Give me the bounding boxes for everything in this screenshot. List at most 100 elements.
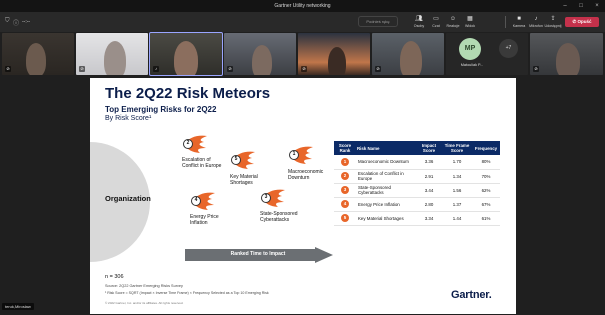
table-header-row: Score Rank Risk Name Impact Score Time F… <box>334 141 500 155</box>
gartner-logo: Gartner. <box>451 289 492 301</box>
mic-off-icon: ⊘ <box>533 66 539 72</box>
impact-score: 3.44 <box>416 183 442 198</box>
more-participants-button[interactable]: +7 <box>499 39 518 58</box>
view-label: Widok <box>465 24 475 28</box>
shield-icon[interactable]: ⛉ <box>5 18 10 25</box>
meteor-label: Macroeconomic Downturn <box>288 169 324 181</box>
table-row: 5 Key Material Shortages 3.34 1.44 61% <box>334 211 500 226</box>
meteor-3: 3 <box>260 188 286 213</box>
participant-video <box>328 47 346 75</box>
meteor-rank: 5 <box>231 155 241 165</box>
teams-meeting-window: Gartner Utility networking – □ × ⛉ ⓘ --:… <box>0 0 605 315</box>
share-button[interactable]: ⇪ Udostępnij <box>544 15 562 31</box>
meteor-2: 2 <box>182 134 208 159</box>
meteor-label: State-Sponsored Cyberattacks <box>260 211 298 223</box>
participant-tile[interactable]: ⊘ <box>530 33 603 75</box>
share-label: Udostępnij <box>544 24 562 28</box>
participant-tile[interactable]: ⊘ <box>372 33 444 75</box>
reactions-button[interactable]: ☺ Reakcje <box>444 15 462 31</box>
time-frame-score: 1.34 <box>442 169 472 184</box>
mic-button[interactable]: ♪ Mikrofon <box>527 15 545 31</box>
view-button[interactable]: ▦ Widok <box>461 15 479 31</box>
meteor-rank: 2 <box>183 139 193 149</box>
mic-off-icon: ⊘ <box>5 66 11 72</box>
participant-tile[interactable]: ⊘ <box>2 33 74 75</box>
leave-button[interactable]: ✆ Opuść <box>565 17 599 27</box>
meteor-4: 4 <box>190 191 216 216</box>
impact-score: 3.36 <box>416 155 442 170</box>
people-button[interactable]: 👥︎ Osoby <box>410 15 428 31</box>
mic-off-icon: ⊘ <box>375 66 381 72</box>
mic-label: Mikrofon <box>529 24 543 28</box>
camera-label: Kamera <box>512 24 526 28</box>
mic-off-icon: ⊘ <box>301 66 307 72</box>
time-frame-score: 1.37 <box>442 197 472 212</box>
organization-label: Organization <box>105 194 151 203</box>
table-row: 3 State-Sponsored Cyberattacks 3.44 1.56… <box>334 183 500 198</box>
minimize-icon[interactable]: – <box>561 2 569 10</box>
reactions-label: Reakcje <box>446 24 460 28</box>
people-icon: 👥︎ <box>415 16 423 22</box>
col-header-impact: Impact Score <box>416 141 442 155</box>
meeting-toolbar: ⛉ ⓘ --:-- Podnieś rękę 👥︎ Osoby ▭ Czat ☺… <box>0 12 605 32</box>
participant-tile-active-speaker[interactable]: ♪ <box>149 32 223 76</box>
maximize-icon[interactable]: □ <box>577 2 585 10</box>
mic-off-icon: ⊘ <box>227 66 233 72</box>
raise-hand-button[interactable]: Podnieś rękę <box>358 16 398 27</box>
logo-text: Gartner <box>451 289 489 301</box>
toolbar-divider <box>505 16 506 28</box>
table-row: 1 Macroeconomic Downturn 3.36 1.70 80% <box>334 155 500 170</box>
table-row: 4 Energy Price Inflation 2.80 1.37 67% <box>334 197 500 212</box>
view-icon: ▦ <box>467 16 473 22</box>
meteor-label: Escalation of Conflict in Europe <box>182 157 222 169</box>
meteor-rank: 1 <box>289 150 299 160</box>
share-icon: ⇪ <box>550 16 556 22</box>
rank-badge: 1 <box>341 157 349 166</box>
participant-tile[interactable]: ⊘ <box>298 33 370 75</box>
participant-video <box>252 45 272 75</box>
risk-name: Key Material Shortages <box>356 211 416 226</box>
shared-presentation-slide: The 2Q22 Risk Meteors Top Emerging Risks… <box>90 78 516 314</box>
info-icon[interactable]: ⓘ <box>13 18 19 27</box>
chat-label: Czat <box>432 24 440 28</box>
risk-table: Score Rank Risk Name Impact Score Time F… <box>334 141 500 226</box>
mic-icon: ♪ <box>534 16 538 22</box>
logo-dot: . <box>488 289 492 301</box>
meteor-label: Energy Price Inflation <box>190 214 219 226</box>
participant-tile[interactable]: ⊘ <box>76 33 148 75</box>
mic-icon: ♪ <box>153 66 159 72</box>
rank-badge: 4 <box>341 200 349 208</box>
participant-video <box>104 41 126 75</box>
slide-subtitle: Top Emerging Risks for 2Q22 <box>105 105 217 114</box>
sample-size: n = 306 <box>105 274 124 280</box>
camera-button[interactable]: ■ Kamera <box>510 15 528 31</box>
slide-title: The 2Q22 Risk Meteors <box>105 85 271 102</box>
participant-video <box>556 43 580 75</box>
title-bar: Gartner Utility networking – □ × <box>0 0 605 12</box>
impact-score: 2.80 <box>416 197 442 212</box>
close-icon[interactable]: × <box>593 2 601 10</box>
impact-score: 3.34 <box>416 211 442 226</box>
chat-button[interactable]: ▭ Czat <box>427 15 445 31</box>
camera-icon: ■ <box>517 16 521 22</box>
slide-subtitle-2: By Risk Score¹ <box>105 115 152 122</box>
self-view-name: teruk,Mirosław <box>2 303 34 310</box>
frequency: 70% <box>472 169 500 184</box>
col-header-frequency: Frequency <box>472 141 500 155</box>
col-header-timeframe: Time Frame Score <box>442 141 472 155</box>
avatar: MP <box>459 38 481 60</box>
rank-badge: 5 <box>341 214 349 222</box>
risk-name: Macroeconomic Downturn <box>356 155 416 170</box>
source-note: Source: 2Q22 Gartner Emerging Risks Surv… <box>105 284 183 288</box>
frequency: 62% <box>472 183 500 198</box>
time-frame-score: 1.70 <box>442 155 472 170</box>
meteor-1: 1 <box>288 145 314 170</box>
participant-name: Matouliak P... <box>460 63 484 67</box>
frequency: 67% <box>472 197 500 212</box>
participant-tile[interactable]: ⊘ <box>224 33 296 75</box>
window-title: Gartner Utility networking <box>274 3 331 9</box>
col-header-rank: Score Rank <box>334 141 356 155</box>
copyright: © 2022 Gartner, Inc. and/or its affiliat… <box>105 301 184 305</box>
risk-name: State-Sponsored Cyberattacks <box>356 183 416 198</box>
people-label: Osoby <box>413 24 425 28</box>
